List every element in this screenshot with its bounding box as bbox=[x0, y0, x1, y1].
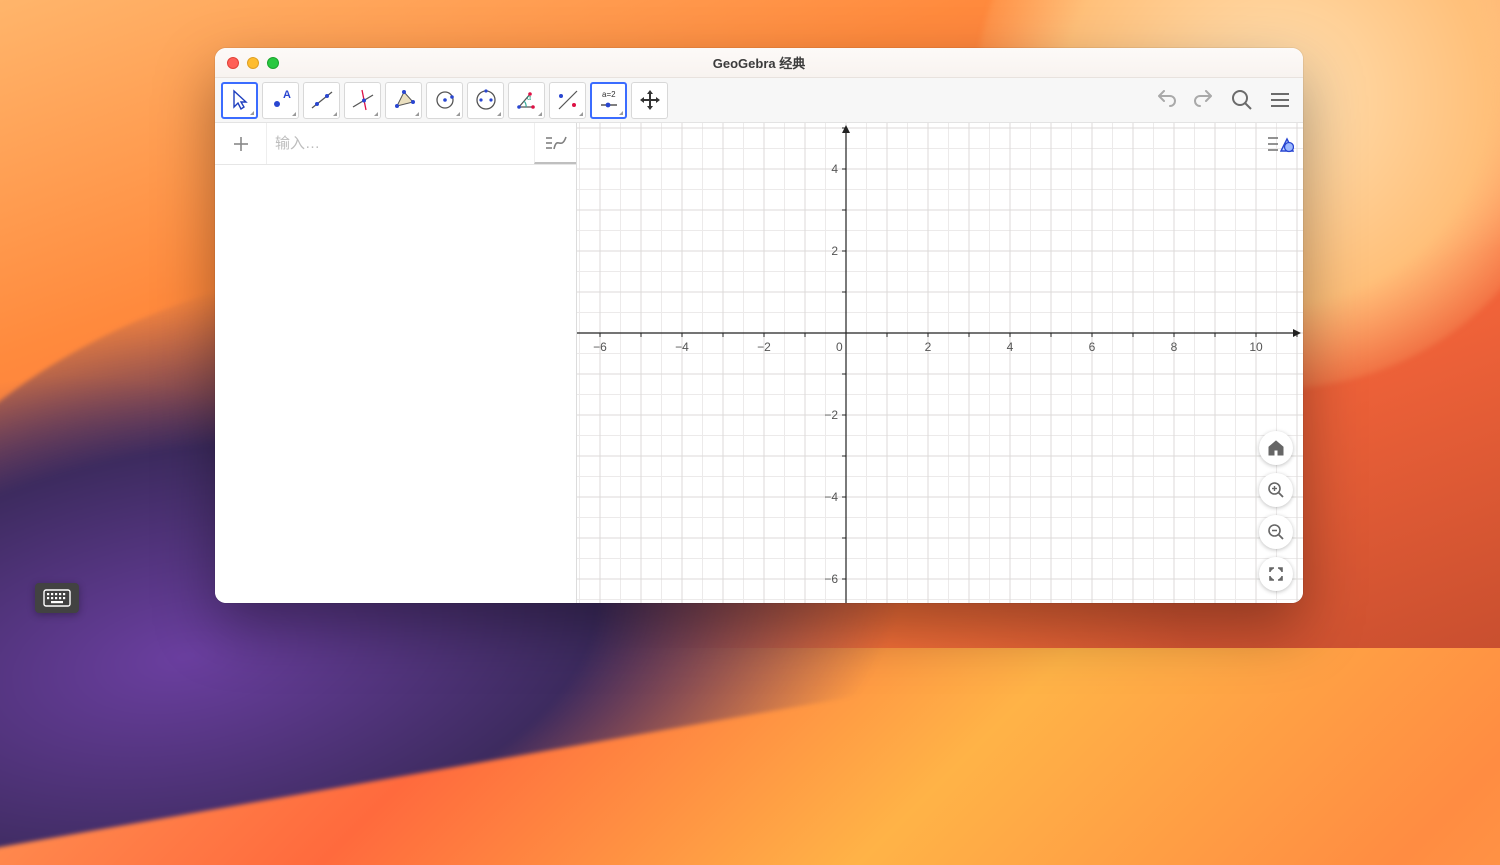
move-tool[interactable] bbox=[221, 82, 258, 119]
plus-icon bbox=[232, 135, 250, 153]
maximize-icon[interactable] bbox=[267, 57, 279, 69]
graphics-float-buttons bbox=[1259, 431, 1293, 591]
svg-text:−6: −6 bbox=[593, 340, 607, 354]
add-button[interactable] bbox=[215, 123, 267, 164]
stylebar-icon bbox=[1266, 133, 1294, 155]
move-graphics-tool[interactable] bbox=[631, 82, 668, 119]
keyboard-icon bbox=[43, 589, 71, 607]
function-list-button[interactable] bbox=[534, 123, 576, 164]
svg-text:−2: −2 bbox=[824, 408, 838, 422]
svg-text:−6: −6 bbox=[824, 572, 838, 586]
svg-text:4: 4 bbox=[1007, 340, 1014, 354]
search-icon bbox=[1229, 87, 1255, 113]
point-icon: A bbox=[268, 87, 294, 113]
svg-text:10: 10 bbox=[1249, 340, 1263, 354]
svg-text:8: 8 bbox=[1171, 340, 1178, 354]
fullscreen-icon bbox=[1267, 565, 1285, 583]
zoom-in-button[interactable] bbox=[1259, 473, 1293, 507]
perpendicular-tool[interactable] bbox=[344, 82, 381, 119]
polygon-tool[interactable] bbox=[385, 82, 422, 119]
svg-text:6: 6 bbox=[1089, 340, 1096, 354]
svg-text:4: 4 bbox=[831, 162, 838, 176]
circle-icon bbox=[432, 87, 458, 113]
input-row bbox=[215, 123, 576, 165]
fullscreen-button[interactable] bbox=[1259, 557, 1293, 591]
reflect-icon bbox=[555, 87, 581, 113]
close-icon[interactable] bbox=[227, 57, 239, 69]
line-icon bbox=[309, 87, 335, 113]
svg-text:a=2: a=2 bbox=[602, 90, 616, 99]
algebra-input[interactable] bbox=[267, 135, 534, 152]
titlebar[interactable]: GeoGebra 经典 bbox=[215, 48, 1303, 78]
home-view-button[interactable] bbox=[1259, 431, 1293, 465]
perpendicular-icon bbox=[350, 87, 376, 113]
svg-text:0: 0 bbox=[836, 340, 843, 354]
toolbar: A bbox=[215, 78, 1303, 123]
svg-text:−4: −4 bbox=[824, 490, 838, 504]
app-window: GeoGebra 经典 A bbox=[215, 48, 1303, 603]
ellipse-tool[interactable] bbox=[467, 82, 504, 119]
hamburger-icon bbox=[1267, 87, 1293, 113]
cursor-icon bbox=[227, 87, 253, 113]
undo-button[interactable] bbox=[1149, 83, 1183, 117]
zoom-out-icon bbox=[1267, 523, 1285, 541]
svg-text:−4: −4 bbox=[675, 340, 689, 354]
svg-text:α: α bbox=[527, 95, 531, 102]
ellipse-icon bbox=[473, 87, 499, 113]
zoom-in-icon bbox=[1267, 481, 1285, 499]
window-title: GeoGebra 经典 bbox=[215, 53, 1303, 72]
menu-button[interactable] bbox=[1263, 83, 1297, 117]
search-button[interactable] bbox=[1225, 83, 1259, 117]
graph-canvas[interactable]: −6 −4 −2 0 2 4 6 8 10 4 2 −2 −4 −6 bbox=[577, 123, 1303, 603]
function-list-icon bbox=[544, 133, 568, 153]
redo-icon bbox=[1191, 87, 1217, 113]
svg-text:A: A bbox=[283, 89, 291, 101]
main-body: −6 −4 −2 0 2 4 6 8 10 4 2 −2 −4 −6 bbox=[215, 123, 1303, 603]
angle-tool[interactable]: α bbox=[508, 82, 545, 119]
stylebar-button[interactable] bbox=[1265, 131, 1295, 157]
algebra-view bbox=[215, 123, 577, 603]
window-controls bbox=[227, 57, 279, 69]
angle-icon: α bbox=[514, 87, 540, 113]
svg-text:2: 2 bbox=[925, 340, 932, 354]
pan-icon bbox=[637, 87, 663, 113]
slider-icon: a=2 bbox=[596, 87, 622, 113]
reflect-tool[interactable] bbox=[549, 82, 586, 119]
circle-tool[interactable] bbox=[426, 82, 463, 119]
graphics-view[interactable]: −6 −4 −2 0 2 4 6 8 10 4 2 −2 −4 −6 bbox=[577, 123, 1303, 603]
home-icon bbox=[1267, 439, 1285, 457]
redo-button[interactable] bbox=[1187, 83, 1221, 117]
minimize-icon[interactable] bbox=[247, 57, 259, 69]
virtual-keyboard-button[interactable] bbox=[35, 583, 79, 613]
slider-tool[interactable]: a=2 bbox=[590, 82, 627, 119]
line-tool[interactable] bbox=[303, 82, 340, 119]
svg-text:2: 2 bbox=[831, 244, 838, 258]
zoom-out-button[interactable] bbox=[1259, 515, 1293, 549]
polygon-icon bbox=[391, 87, 417, 113]
point-tool[interactable]: A bbox=[262, 82, 299, 119]
undo-icon bbox=[1153, 87, 1179, 113]
svg-text:−2: −2 bbox=[757, 340, 771, 354]
